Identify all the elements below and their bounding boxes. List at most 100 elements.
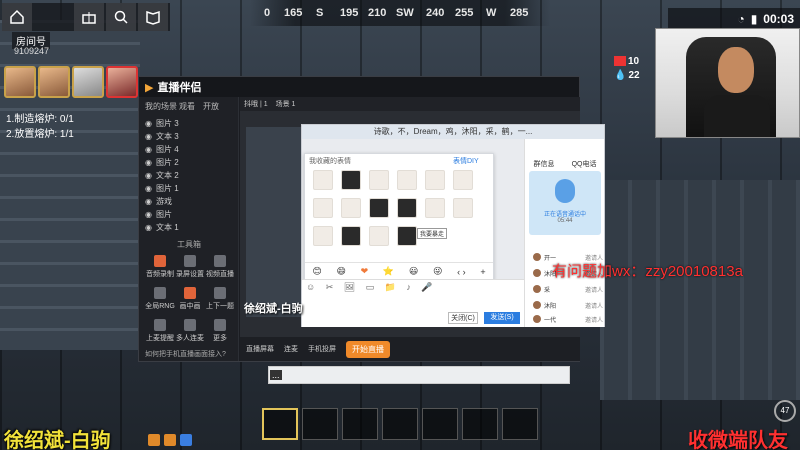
search-button[interactable] [106, 3, 136, 31]
player-avatar[interactable] [4, 66, 36, 98]
tool-button[interactable]: 多人连麦 [175, 319, 205, 349]
tab-open[interactable]: 开放 [203, 101, 219, 112]
chat-right-panel: 群信息 QQ电话 正在语音通话中 05:44 开一 邀请人 沐阳 邀请人 采邀请人 … [524, 139, 604, 327]
star-icon[interactable]: ⭐ [383, 266, 394, 277]
app-icon[interactable] [180, 434, 192, 446]
scene-item[interactable]: ◉ 图片 4 [145, 143, 233, 155]
call-time: 05:44 [557, 218, 573, 224]
grin-icon[interactable]: 😄 [336, 266, 345, 277]
member-item[interactable]: 沐阳 邀请人 [533, 299, 603, 311]
sticker[interactable] [397, 226, 417, 246]
chat-bubble: ... [270, 370, 282, 380]
compass-mark: W [486, 7, 497, 19]
gift-button[interactable] [74, 3, 104, 31]
compass-mark: 210 [368, 7, 387, 19]
scene-item[interactable]: ◉ 图片 1 [145, 182, 233, 194]
send-button[interactable]: 发送(S) [484, 312, 520, 324]
sticker[interactable] [369, 170, 389, 190]
heart-icon[interactable]: ❤ [361, 266, 369, 277]
chat-window[interactable]: 诗歌，不，Dream，鸡，沐阳，采，鹤，一... 我收藏的表情 表情DIY 我要… [301, 124, 605, 327]
sticker[interactable] [425, 170, 445, 190]
avatar [533, 285, 541, 293]
scene-tab[interactable]: 场景 1 [276, 99, 296, 109]
player-avatar[interactable] [106, 66, 138, 98]
inventory-slot[interactable] [462, 408, 498, 440]
streamer-name-overlay: 徐绍斌-白驹 [4, 430, 111, 450]
eye-icon: ◉ [145, 183, 152, 193]
smile-icon[interactable]: 😊 [312, 266, 321, 277]
inventory-slot[interactable] [382, 408, 418, 440]
chevron-nav-icon[interactable]: ‹ › [457, 267, 466, 277]
scene-item[interactable]: ◉ 图片 3 [145, 117, 233, 129]
eye-icon: ◉ [145, 131, 152, 141]
wink-icon[interactable]: 😜 [433, 266, 442, 277]
app-icon[interactable] [164, 434, 176, 446]
tool-button[interactable]: 全局RNG [145, 287, 175, 317]
scene-item[interactable]: ◉ 图片 2 [145, 156, 233, 168]
game-chat-input[interactable] [268, 366, 570, 384]
tool-icon [154, 287, 166, 299]
scene-item[interactable]: ◉ 文本 1 [145, 221, 233, 233]
sticker[interactable] [369, 226, 389, 246]
member-item[interactable]: 一代 邀请人 [533, 313, 603, 325]
player-avatar[interactable] [38, 66, 70, 98]
sticker[interactable] [341, 226, 361, 246]
sticker-panel[interactable]: 我收藏的表情 表情DIY 我要暴走 😊 😄 ❤ ⭐ 😃 😜 ‹ › + [304, 153, 494, 281]
book-button[interactable] [138, 3, 168, 31]
tab-qq-call[interactable]: QQ电话 [572, 159, 597, 169]
scene-item[interactable]: ◉ 文本 2 [145, 169, 233, 181]
inventory-slot[interactable] [422, 408, 458, 440]
tool-button[interactable]: 录屏设置 [175, 255, 205, 285]
chat-toolbar[interactable]: ☺ ✂ 🖼 ▭ 📁 ♪ 🎤 [306, 282, 437, 293]
tab-group-info[interactable]: 群信息 [534, 159, 555, 169]
tool-button[interactable]: 视频直播 [205, 255, 235, 285]
sticker-diy-link[interactable]: 表情DIY [453, 156, 479, 166]
tool-button[interactable]: 音频录制 [145, 255, 175, 285]
plus-icon[interactable]: + [480, 267, 485, 277]
sticker[interactable] [341, 198, 361, 218]
home-button[interactable] [2, 3, 32, 31]
sticker[interactable] [313, 226, 333, 246]
eye-icon: ◉ [145, 118, 152, 128]
close-button[interactable]: 关闭(C) [448, 312, 478, 324]
status-bar: ◔ ▮ 00:03 [668, 8, 800, 30]
tool-icon [214, 255, 226, 267]
inventory-slot[interactable] [302, 408, 338, 440]
sticker[interactable] [313, 198, 333, 218]
eye-icon: ◉ [145, 222, 152, 232]
tab-watch[interactable]: 观看 [179, 101, 195, 112]
scene-tab[interactable]: 抖哦 | 1 [244, 99, 268, 109]
app-icon[interactable] [148, 434, 160, 446]
sticker[interactable] [425, 198, 445, 218]
tool-button[interactable]: 上下一题 [205, 287, 235, 317]
sticker[interactable] [313, 170, 333, 190]
inventory-slot[interactable] [342, 408, 378, 440]
search-icon [114, 10, 128, 24]
ping-indicator: 47 [774, 400, 796, 422]
member-item[interactable]: 采邀请人 [533, 283, 603, 295]
tool-button[interactable]: 上麦提醒 [145, 319, 175, 349]
scene-item[interactable]: ◉ 文本 3 [145, 130, 233, 142]
sticker[interactable] [397, 198, 417, 218]
sticker[interactable] [369, 198, 389, 218]
sticker[interactable] [453, 198, 473, 218]
chat-input-area[interactable]: ☺ ✂ 🖼 ▭ 📁 ♪ 🎤 关闭(C) 发送(S) [302, 279, 524, 327]
scene-item[interactable]: ◉ 图片 [145, 208, 233, 220]
clock: 00:03 [763, 12, 794, 26]
tab-my-scenes[interactable]: 我的场景 [145, 101, 177, 112]
scene-item[interactable]: ◉ 游戏 [145, 195, 233, 207]
streamer-tag: 徐绍斌-白驹 [244, 303, 303, 315]
sticker[interactable] [341, 170, 361, 190]
tool-icon [184, 255, 196, 267]
tool-button[interactable]: 更多 [205, 319, 235, 349]
inventory-slot[interactable] [502, 408, 538, 440]
sticker[interactable] [397, 170, 417, 190]
inventory-slot[interactable] [262, 408, 298, 440]
tool-button[interactable]: 画中画 [175, 287, 205, 317]
home-icon [10, 9, 24, 24]
player-avatar[interactable] [72, 66, 104, 98]
compass-mark: 165 [284, 7, 303, 19]
happy-icon[interactable]: 😃 [409, 266, 418, 277]
eye-icon: ◉ [145, 209, 152, 219]
sticker[interactable] [453, 170, 473, 190]
